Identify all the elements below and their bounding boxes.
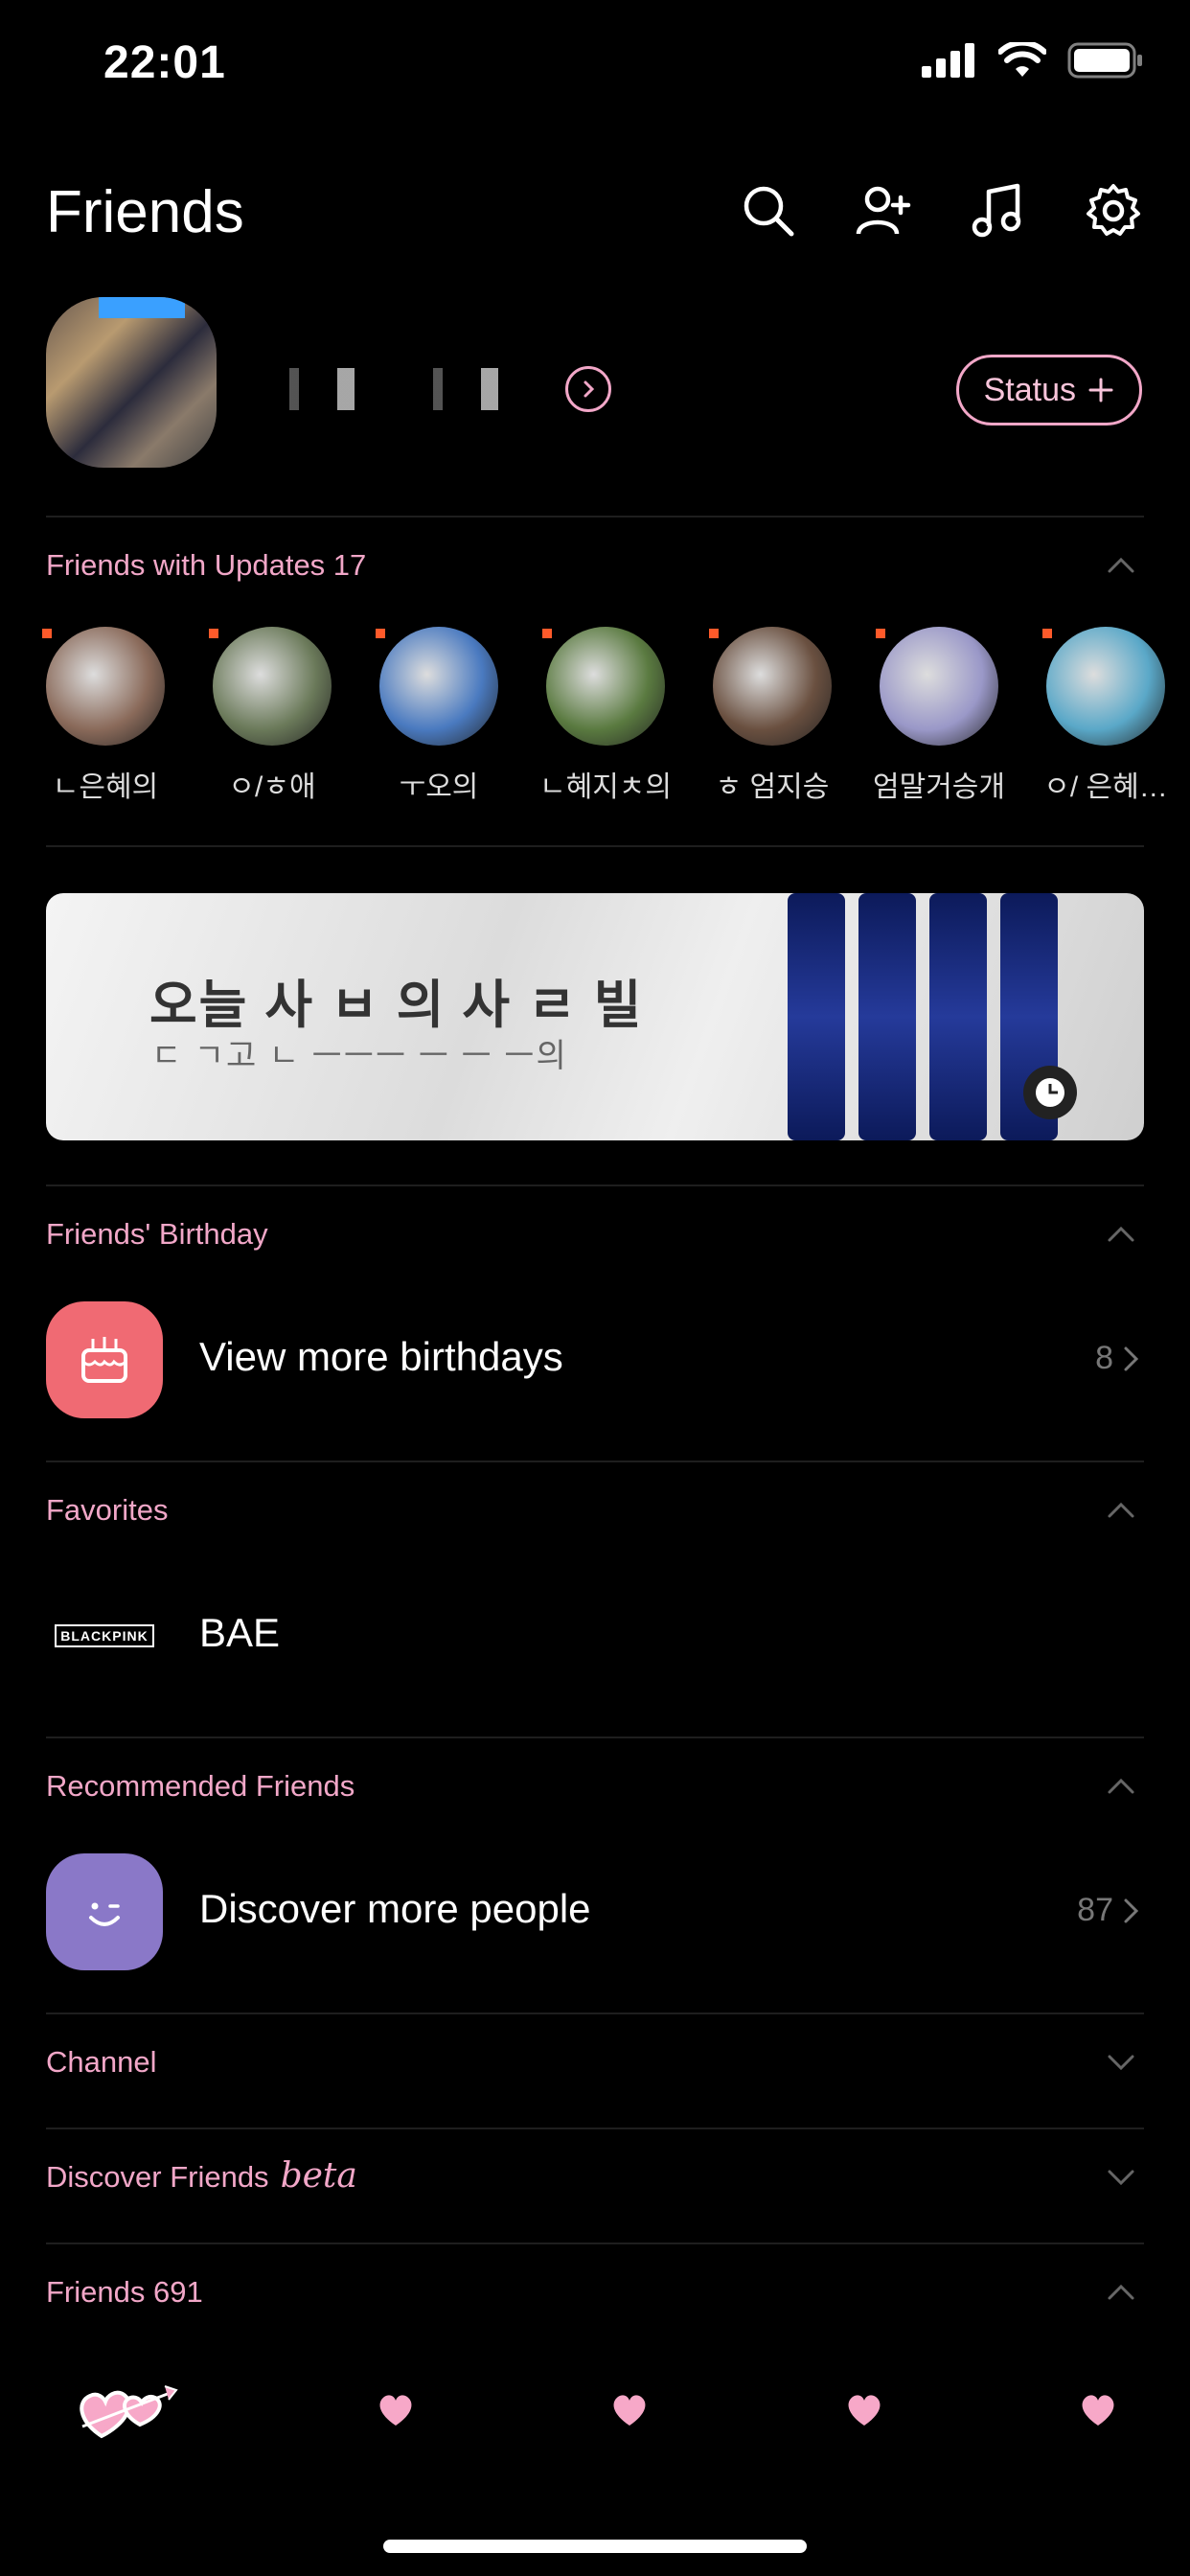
- friend-avatar[interactable]: [46, 627, 165, 746]
- search-icon[interactable]: [740, 182, 797, 240]
- heart-icon[interactable]: [610, 2393, 649, 2427]
- update-friend[interactable]: ㅎ 엄지승: [709, 627, 832, 805]
- birthday-cake-icon: [46, 1301, 163, 1418]
- divider: [46, 2242, 1144, 2244]
- status-button-label: Status: [983, 371, 1076, 408]
- hearts-sticker-icon[interactable]: [73, 2377, 180, 2444]
- divider: [46, 1736, 1144, 1738]
- expand-chevron-down-icon[interactable]: [1104, 2045, 1138, 2080]
- my-profile-name-blurred[interactable]: [261, 368, 548, 410]
- collapse-chevron-up-icon[interactable]: [1104, 548, 1138, 583]
- section-title-birthday: Friends' Birthday: [46, 1217, 268, 1251]
- friend-name: ㅇ/ㅎ애: [228, 771, 316, 803]
- ad-banner[interactable]: 오늘 사 ㅂ 의 사 ㄹ 빌 ㄷ ㄱ고 ㄴ ㅡㅡㅡ ㅡ ㅡ ㅡ의: [46, 893, 1144, 1140]
- heart-icon[interactable]: [377, 2393, 415, 2427]
- updates-list: ㄴ은혜의 ㅇ/ㅎ애 ㅜ오의 ㄴ혜지ㅊ의 ㅎ 엄지승 엄말거승개 ㅇ/ 은혜…: [42, 627, 1168, 805]
- friend-avatar[interactable]: [546, 627, 665, 746]
- divider: [46, 1184, 1144, 1186]
- friend-name: ㅇ/ 은혜…: [1043, 771, 1168, 803]
- add-friend-icon[interactable]: [855, 182, 912, 240]
- friend-avatar[interactable]: [379, 627, 498, 746]
- collapse-chevron-up-icon[interactable]: [1104, 1217, 1138, 1252]
- chevron-right-icon: [1124, 1346, 1139, 1370]
- page-title: Friends: [46, 179, 244, 245]
- beta-tag: beta: [280, 2156, 357, 2196]
- friend-avatar[interactable]: [713, 627, 832, 746]
- new-update-dot: [709, 629, 719, 638]
- plus-icon: [1088, 378, 1113, 402]
- section-title-favorites: Favorites: [46, 1493, 169, 1527]
- update-friend[interactable]: ㄴ혜지ㅊ의: [539, 627, 672, 805]
- birthday-count-value: 8: [1095, 1340, 1113, 1376]
- music-icon[interactable]: [970, 182, 1027, 240]
- blackpink-logo: BLACKPINK: [55, 1624, 154, 1647]
- divider: [46, 2012, 1144, 2014]
- update-friend[interactable]: ㅇ/ 은혜…: [1042, 627, 1168, 805]
- new-update-dot: [1042, 629, 1052, 638]
- favorite-name[interactable]: BAE: [199, 1610, 280, 1656]
- collapse-chevron-up-icon[interactable]: [1104, 2275, 1138, 2310]
- new-update-dot: [542, 629, 552, 638]
- header-actions: [740, 182, 1142, 240]
- banner-subline: ㄷ ㄱ고 ㄴ ㅡㅡㅡ ㅡ ㅡ ㅡ의: [151, 1038, 568, 1074]
- discover-label: Discover Friends: [46, 2160, 269, 2194]
- divider: [46, 2128, 1144, 2129]
- collapse-chevron-up-icon[interactable]: [1104, 1769, 1138, 1804]
- discover-people-label[interactable]: Discover more people: [199, 1886, 591, 1932]
- friends-hearts-row: [73, 2377, 1117, 2444]
- update-friend[interactable]: ㅜ오의: [376, 627, 498, 805]
- update-friend[interactable]: ㄴ은혜의: [42, 627, 165, 805]
- banner-headline: 오늘 사 ㅂ 의 사 ㄹ 빌: [149, 977, 644, 1034]
- friend-name: ㅎ 엄지승: [715, 771, 830, 803]
- settings-icon[interactable]: [1085, 182, 1142, 240]
- friend-avatar[interactable]: [1046, 627, 1165, 746]
- clock-icon: [1023, 1066, 1077, 1119]
- collapse-chevron-up-icon[interactable]: [1104, 1493, 1138, 1528]
- update-friend[interactable]: 엄말거승개: [873, 627, 1005, 805]
- heart-icon[interactable]: [1079, 2393, 1117, 2427]
- friend-avatar[interactable]: [880, 627, 998, 746]
- divider: [46, 1460, 1144, 1462]
- status-button[interactable]: Status: [955, 355, 1142, 426]
- friend-avatar[interactable]: [213, 627, 332, 746]
- divider: [46, 845, 1144, 847]
- expand-chevron-down-icon[interactable]: [1104, 2160, 1138, 2195]
- profile-chevron-right-icon[interactable]: [565, 366, 611, 412]
- chevron-right-icon: [1124, 1898, 1139, 1922]
- section-title-friends: Friends 691: [46, 2275, 203, 2309]
- section-title-updates: Friends with Updates 17: [46, 548, 367, 582]
- status-icons: [922, 42, 1144, 79]
- friend-name: ㄴ은혜의: [52, 771, 159, 803]
- new-update-dot: [376, 629, 385, 638]
- recommended-count[interactable]: 87: [1077, 1892, 1142, 1929]
- friend-name: ㅜ오의: [399, 771, 479, 803]
- friend-name: ㄴ혜지ㅊ의: [539, 771, 672, 803]
- signal-icon: [922, 43, 974, 78]
- new-update-dot: [42, 629, 52, 638]
- view-birthdays-label[interactable]: View more birthdays: [199, 1334, 563, 1380]
- birthday-count[interactable]: 8: [1095, 1340, 1142, 1377]
- home-indicator[interactable]: [383, 2540, 807, 2553]
- recommended-count-value: 87: [1077, 1892, 1113, 1928]
- smiley-icon: [46, 1853, 163, 1970]
- heart-icon[interactable]: [845, 2393, 883, 2427]
- section-title-recommended: Recommended Friends: [46, 1769, 355, 1803]
- divider: [46, 516, 1144, 518]
- section-title-channel[interactable]: Channel: [46, 2045, 156, 2080]
- new-update-dot: [876, 629, 885, 638]
- my-profile-avatar[interactable]: [46, 297, 217, 468]
- update-friend[interactable]: ㅇ/ㅎ애: [209, 627, 332, 805]
- status-time: 22:01: [103, 37, 226, 88]
- friend-name: 엄말거승개: [873, 771, 1005, 803]
- banner-product-image: [788, 893, 1058, 1140]
- battery-icon: [1067, 42, 1142, 79]
- new-update-dot: [209, 629, 218, 638]
- favorite-avatar[interactable]: BLACKPINK: [46, 1577, 163, 1694]
- wifi-icon: [998, 42, 1046, 77]
- section-title-discover[interactable]: Discover Friends beta: [46, 2156, 357, 2196]
